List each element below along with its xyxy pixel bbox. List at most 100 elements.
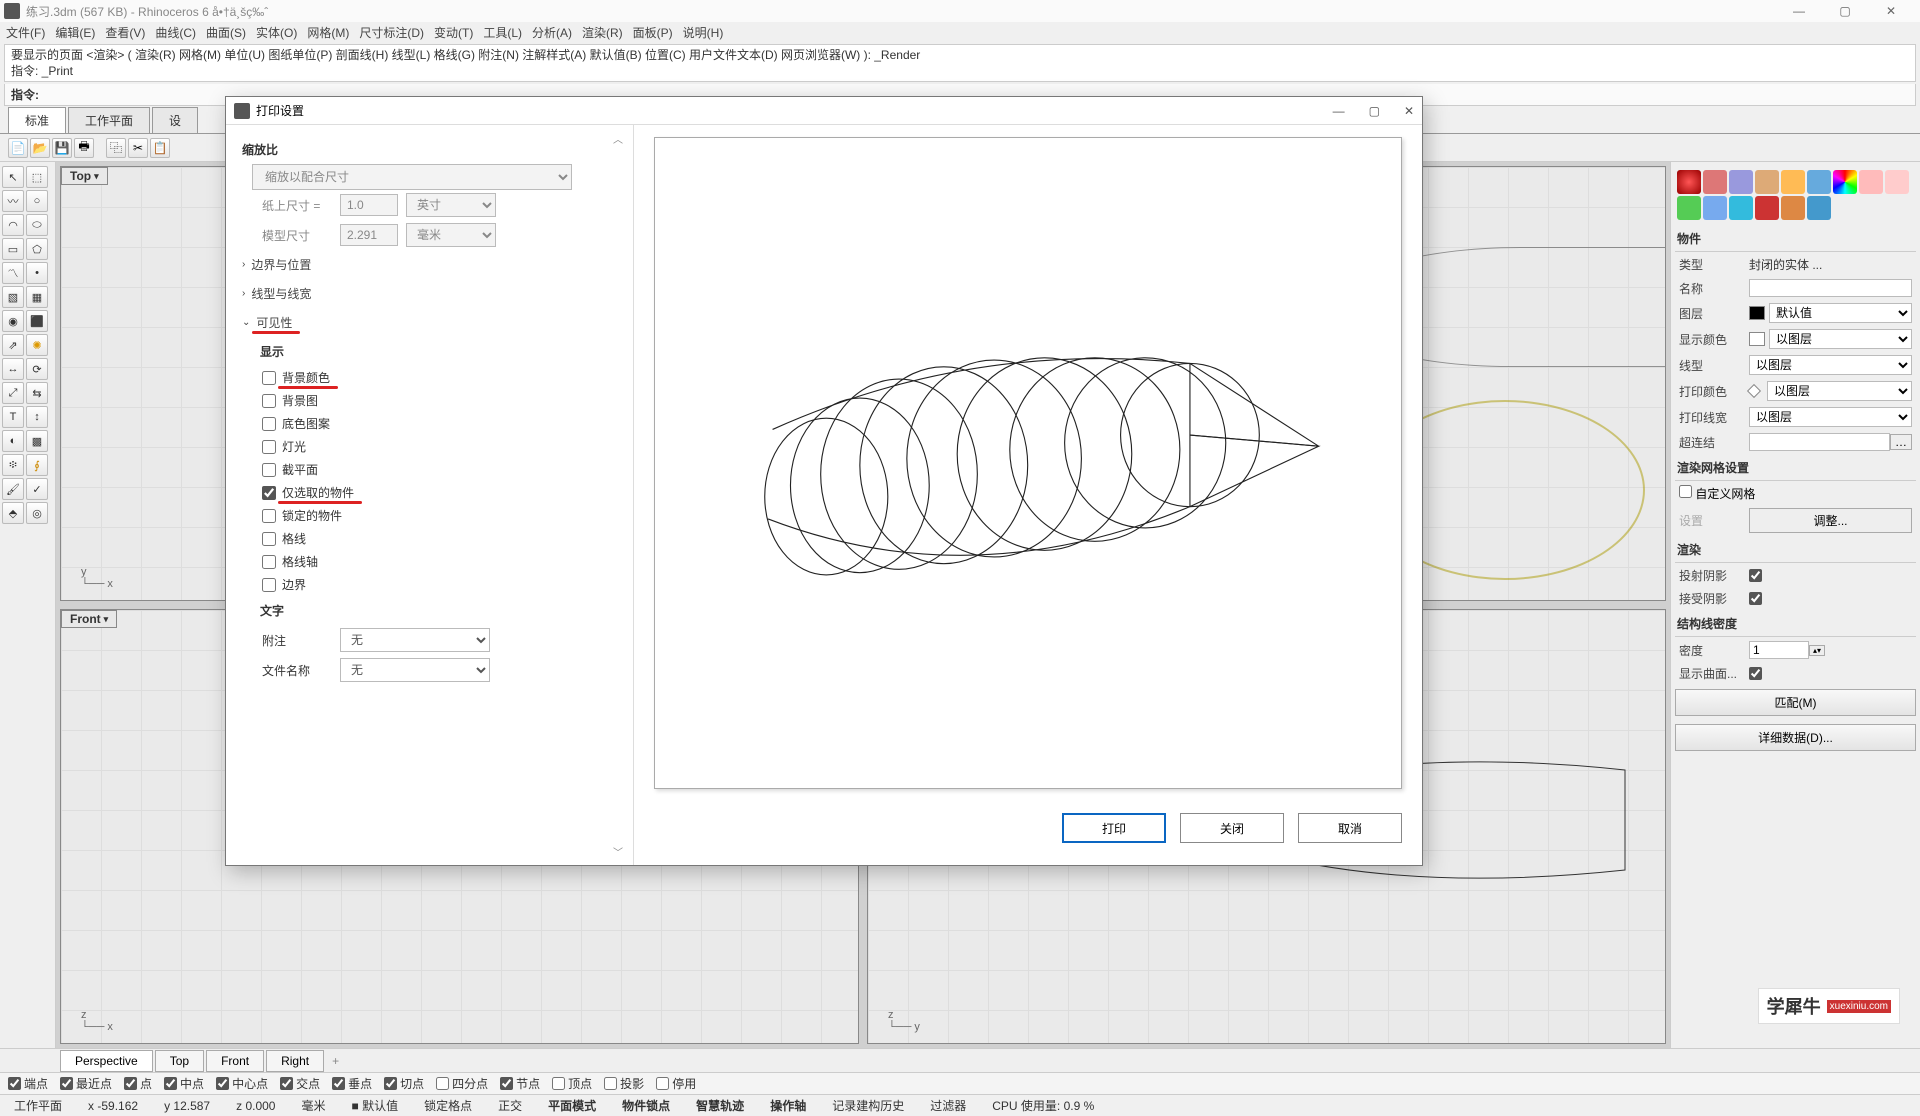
status-record[interactable]: 记录建构历史 bbox=[826, 1097, 910, 1114]
polygon-tool-icon[interactable]: ⬠ bbox=[26, 238, 48, 260]
lasso-tool-icon[interactable]: ⬚ bbox=[26, 166, 48, 188]
vptab-add-button[interactable]: + bbox=[326, 1052, 345, 1070]
environment-panel-icon[interactable] bbox=[1729, 170, 1753, 194]
status-osnap[interactable]: 物件锁点 bbox=[616, 1097, 676, 1114]
curve-tool-icon[interactable]: 〰 bbox=[2, 190, 24, 212]
osnap-perp[interactable]: 垂点 bbox=[332, 1075, 372, 1092]
scroll-up-icon[interactable]: ︿ bbox=[613, 131, 623, 146]
tab-other-cut[interactable]: 设 bbox=[152, 107, 198, 133]
cancel-button[interactable]: 取消 bbox=[1298, 813, 1402, 843]
chk-locked[interactable] bbox=[262, 509, 276, 523]
menu-view[interactable]: 查看(V) bbox=[105, 24, 145, 41]
extra2-tool-icon[interactable]: ◎ bbox=[26, 502, 48, 524]
paper-unit-select[interactable]: 英寸 bbox=[406, 193, 496, 217]
paper-size-input[interactable] bbox=[340, 194, 398, 216]
print-button[interactable]: 🖶 bbox=[74, 138, 94, 158]
move-tool-icon[interactable]: ↔ bbox=[2, 358, 24, 380]
hyperlink-more-button[interactable]: … bbox=[1890, 434, 1912, 450]
chk-bgimg[interactable] bbox=[262, 394, 276, 408]
rect-tool-icon[interactable]: ▭ bbox=[2, 238, 24, 260]
chk-bgcolor[interactable] bbox=[262, 371, 276, 385]
osnap-center[interactable]: 中心点 bbox=[216, 1075, 268, 1092]
copy-button[interactable]: ⿻ bbox=[106, 138, 126, 158]
osnap-disable[interactable]: 停用 bbox=[656, 1075, 696, 1092]
render-panel-icon[interactable] bbox=[1677, 170, 1701, 194]
status-filter[interactable]: 过滤器 bbox=[924, 1097, 972, 1114]
chk-selected-only[interactable] bbox=[262, 486, 276, 500]
boundary-section[interactable]: ›边界与位置 bbox=[242, 250, 617, 279]
osnap-knot[interactable]: 节点 bbox=[500, 1075, 540, 1092]
menu-mesh[interactable]: 网格(M) bbox=[307, 24, 349, 41]
menu-analyze[interactable]: 分析(A) bbox=[532, 24, 572, 41]
explode-tool-icon[interactable]: ✺ bbox=[26, 334, 48, 356]
status-gridsnap[interactable]: 锁定格点 bbox=[418, 1097, 478, 1114]
save-button[interactable]: 💾 bbox=[52, 138, 72, 158]
vptab-front[interactable]: Front bbox=[206, 1050, 264, 1072]
light-panel-icon[interactable] bbox=[1755, 170, 1779, 194]
chk-grid[interactable] bbox=[262, 532, 276, 546]
status-cplane[interactable]: 工作平面 bbox=[8, 1097, 68, 1114]
render-tool-icon[interactable]: ◐ bbox=[2, 430, 24, 452]
status-unit[interactable]: 毫米 bbox=[295, 1097, 331, 1114]
model-size-input[interactable] bbox=[340, 224, 398, 246]
prop-hyperlink-input[interactable] bbox=[1749, 433, 1890, 451]
menu-file[interactable]: 文件(F) bbox=[6, 24, 45, 41]
red-panel-icon[interactable] bbox=[1755, 196, 1779, 220]
menu-tools[interactable]: 工具(L) bbox=[483, 24, 522, 41]
polyline-tool-icon[interactable]: 〽 bbox=[2, 262, 24, 284]
chk-clip[interactable] bbox=[262, 463, 276, 477]
model-unit-select[interactable]: 毫米 bbox=[406, 223, 496, 247]
osnap-tan[interactable]: 切点 bbox=[384, 1075, 424, 1092]
cylinder-tool-icon[interactable]: ⬛ bbox=[26, 310, 48, 332]
annot-select[interactable]: 无 bbox=[340, 628, 490, 652]
prop-layer-select[interactable]: 默认值 bbox=[1769, 303, 1912, 323]
visibility-section[interactable]: ⌄可见性 bbox=[242, 308, 617, 337]
dim-tool-icon[interactable]: ↕ bbox=[26, 406, 48, 428]
match-button[interactable]: 匹配(M) bbox=[1675, 689, 1916, 716]
osnap-near[interactable]: 最近点 bbox=[60, 1075, 112, 1092]
open-file-button[interactable]: 📂 bbox=[30, 138, 50, 158]
layers-panel-icon[interactable] bbox=[1885, 170, 1909, 194]
viewport-front-label[interactable]: Front▾ bbox=[61, 610, 117, 628]
filename-select[interactable]: 无 bbox=[340, 658, 490, 682]
new-file-button[interactable]: 📄 bbox=[8, 138, 28, 158]
vptab-perspective[interactable]: Perspective bbox=[60, 1050, 153, 1072]
box-tool-icon[interactable]: ▦ bbox=[26, 286, 48, 308]
paste-button[interactable]: 📋 bbox=[150, 138, 170, 158]
arrow-tool-icon[interactable]: ↖ bbox=[2, 166, 24, 188]
box-panel-icon[interactable] bbox=[1703, 196, 1727, 220]
window-close-button[interactable]: ✕ bbox=[1876, 4, 1906, 18]
sphere-tool-icon[interactable]: ◉ bbox=[2, 310, 24, 332]
chk-lights[interactable] bbox=[262, 440, 276, 454]
extra1-tool-icon[interactable]: ⬘ bbox=[2, 502, 24, 524]
folder-panel-icon[interactable] bbox=[1781, 170, 1805, 194]
menu-help[interactable]: 说明(H) bbox=[683, 24, 724, 41]
osnap-project[interactable]: 投影 bbox=[604, 1075, 644, 1092]
scale-select[interactable]: 缩放以配合尺寸 bbox=[252, 164, 572, 190]
rotate-tool-icon[interactable]: ⟳ bbox=[26, 358, 48, 380]
menu-panel[interactable]: 面板(P) bbox=[633, 24, 673, 41]
misc-panel-icon[interactable] bbox=[1729, 196, 1753, 220]
material-panel-icon[interactable] bbox=[1703, 170, 1727, 194]
ellipse-tool-icon[interactable]: ⬭ bbox=[26, 214, 48, 236]
close-button[interactable]: 关闭 bbox=[1180, 813, 1284, 843]
scale-tool-icon[interactable]: ⤢ bbox=[2, 382, 24, 404]
paint-tool-icon[interactable]: 🖌 bbox=[2, 478, 24, 500]
display-surf-checkbox[interactable] bbox=[1749, 667, 1762, 680]
vptab-top[interactable]: Top bbox=[155, 1050, 204, 1072]
vptab-right[interactable]: Right bbox=[266, 1050, 324, 1072]
adjust-button[interactable]: 调整... bbox=[1749, 508, 1912, 533]
erase-panel-icon[interactable] bbox=[1859, 170, 1883, 194]
window-minimize-button[interactable]: — bbox=[1784, 4, 1814, 18]
osnap-vertex[interactable]: 顶点 bbox=[552, 1075, 592, 1092]
density-spinner[interactable]: ▴▾ bbox=[1809, 645, 1825, 656]
blue-panel-icon[interactable] bbox=[1807, 196, 1831, 220]
menu-transform[interactable]: 变动(T) bbox=[434, 24, 473, 41]
menu-curve[interactable]: 曲线(C) bbox=[155, 24, 196, 41]
dialog-close-button[interactable]: ✕ bbox=[1404, 104, 1414, 118]
grid-tool-icon[interactable]: ፨ bbox=[2, 454, 24, 476]
menu-surface[interactable]: 曲面(S) bbox=[206, 24, 246, 41]
status-gumball[interactable]: 操作轴 bbox=[764, 1097, 812, 1114]
osnap-point[interactable]: 点 bbox=[124, 1075, 152, 1092]
prop-printcolor-select[interactable]: 以图层 bbox=[1767, 381, 1912, 401]
